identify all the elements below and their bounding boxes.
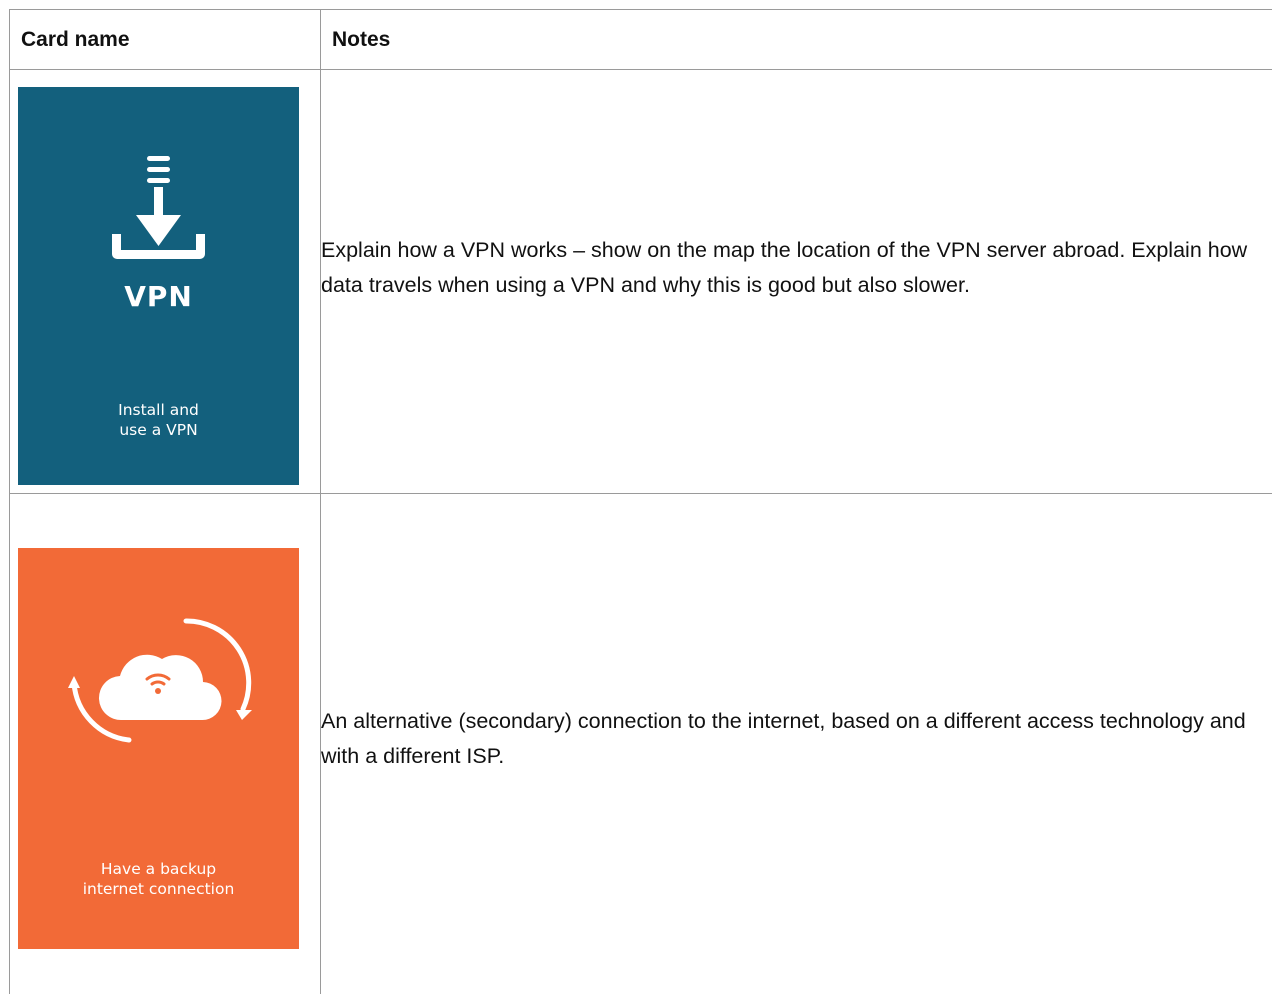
card-label: Install and use a VPN — [18, 400, 299, 440]
table-row: Have a backup internet connection An alt… — [10, 494, 1272, 994]
cloud-sync-wifi-icon — [18, 548, 299, 768]
vpn-badge-text: VPN — [18, 280, 299, 313]
table-row: VPN Install and use a VPN Explain how a … — [10, 70, 1272, 494]
notes-text: An alternative (secondary) connection to… — [321, 704, 1272, 774]
card-label: Have a backup internet connection — [18, 859, 299, 899]
download-vpn-icon — [18, 87, 299, 287]
vpn-card: VPN Install and use a VPN — [18, 87, 299, 485]
card-label-line: Have a backup — [18, 859, 299, 879]
card-cell: Have a backup internet connection — [10, 494, 321, 994]
card-label-line: use a VPN — [18, 420, 299, 440]
notes-text: Explain how a VPN works – show on the ma… — [321, 233, 1272, 303]
header-card-name: Card name — [10, 10, 321, 70]
card-cell: VPN Install and use a VPN — [10, 70, 321, 494]
backup-card: Have a backup internet connection — [18, 548, 299, 949]
header-notes: Notes — [321, 10, 1272, 70]
header-row: Card name Notes — [10, 10, 1272, 70]
card-label-line: Install and — [18, 400, 299, 420]
notes-cell: An alternative (secondary) connection to… — [321, 494, 1272, 994]
notes-cell: Explain how a VPN works – show on the ma… — [321, 70, 1272, 494]
cards-table: Card name Notes VPN Install and — [9, 9, 1272, 994]
card-label-line: internet connection — [18, 879, 299, 899]
